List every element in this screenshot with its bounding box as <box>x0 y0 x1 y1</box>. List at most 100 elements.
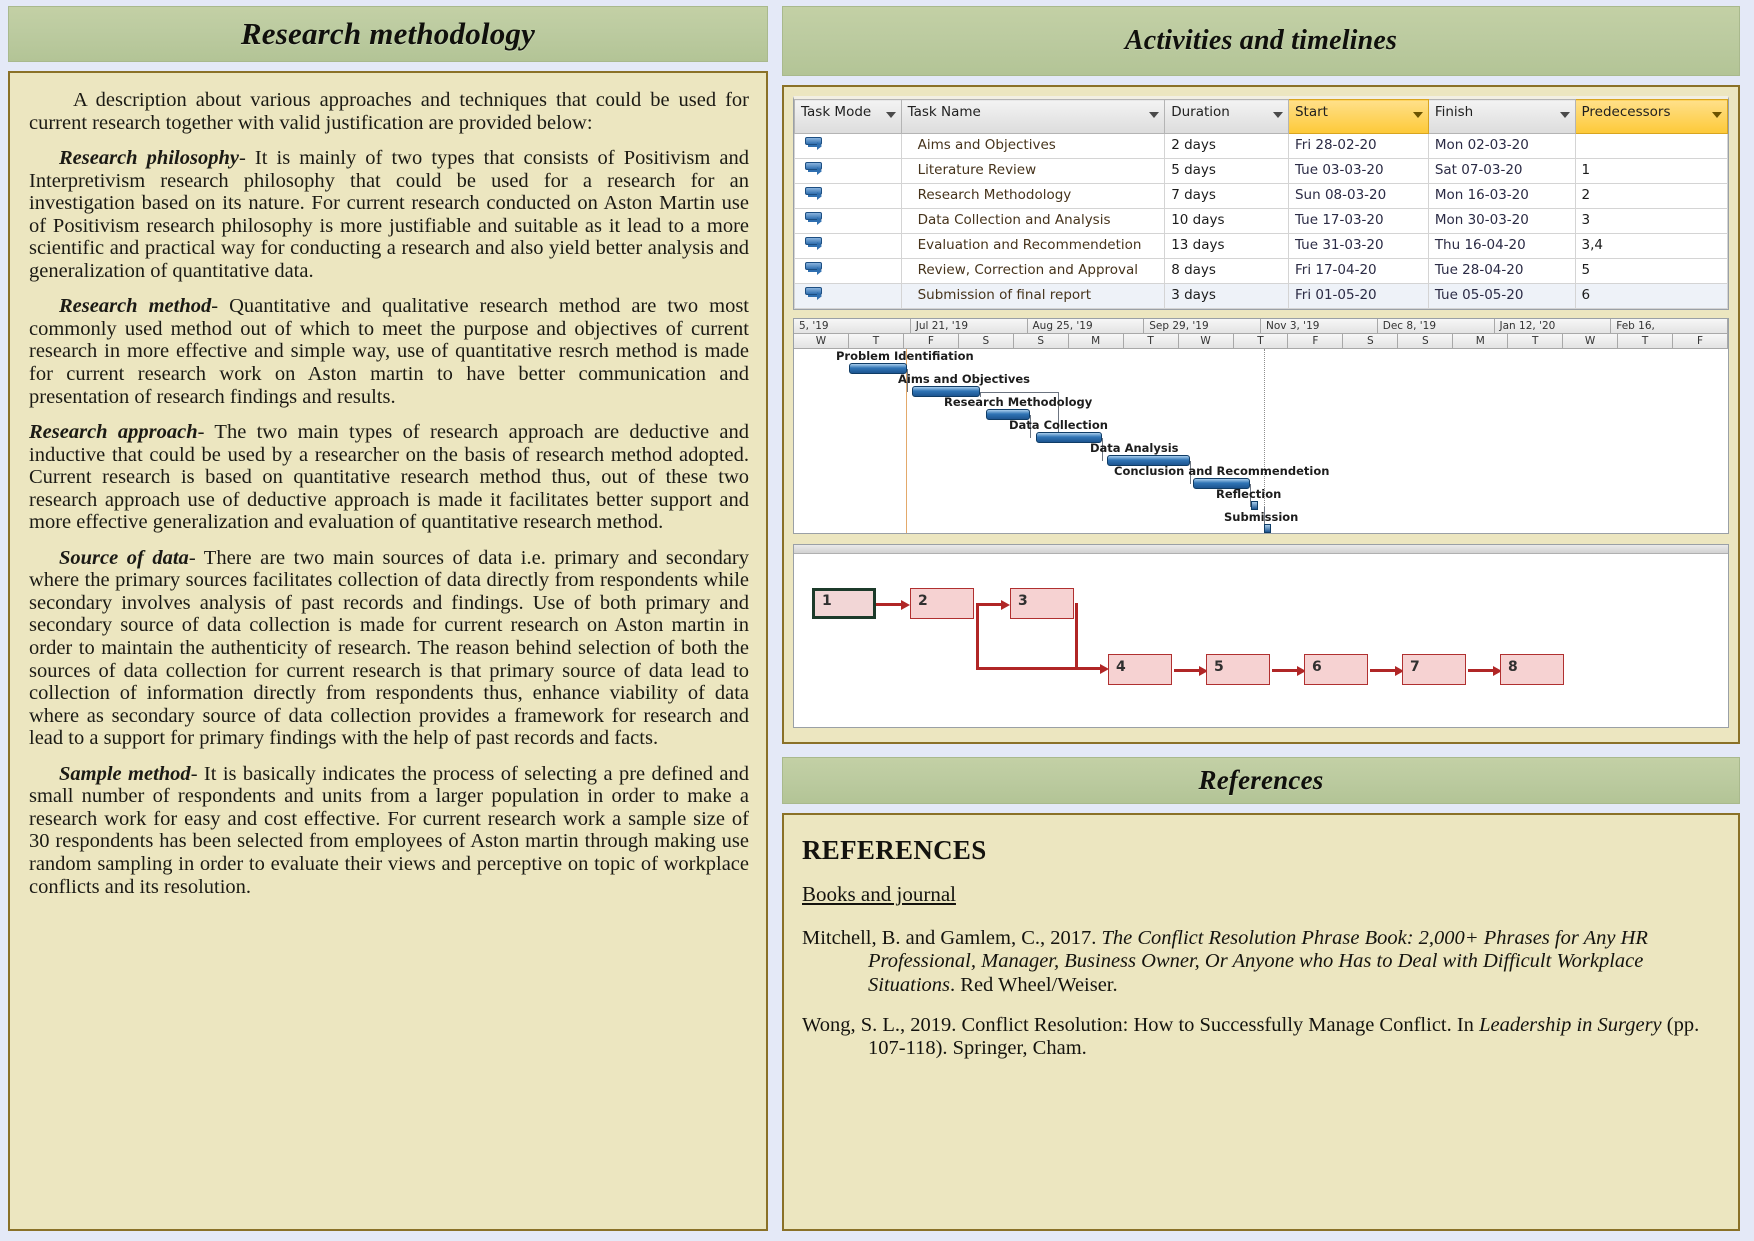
start-date-cell[interactable]: Fri 01-05-20 <box>1287 283 1429 309</box>
duration-cell[interactable]: 13 days <box>1164 233 1289 259</box>
finish-date-cell[interactable]: Sat 07-03-20 <box>1427 158 1576 184</box>
duration-cell[interactable]: 10 days <box>1164 208 1289 234</box>
gantt-timeline-major: 5, '19 Jul 21, '19 Aug 25, '19 Sep 29, '19 N… <box>794 319 1728 334</box>
gantt-bar-label: Reflection <box>1216 487 1282 501</box>
network-arrow <box>1272 665 1306 676</box>
timeline-minor-cell: W <box>1563 334 1619 349</box>
network-diagram-toolbar <box>794 545 1728 554</box>
task-name-cell[interactable]: Data Collection and Analysis <box>900 208 1166 234</box>
gantt-bar-label: Research Methodology <box>944 395 1093 409</box>
gantt-chart: 5, '19 Jul 21, '19 Aug 25, '19 Sep 29, '19 N… <box>793 318 1729 534</box>
task-mode-cell[interactable] <box>794 258 902 284</box>
chevron-down-icon[interactable] <box>1149 112 1160 118</box>
predecessors-cell[interactable]: 1 <box>1574 158 1729 184</box>
gantt-bar-label: Submission <box>1224 510 1299 524</box>
chevron-down-icon[interactable] <box>1412 112 1423 118</box>
arrow-icon <box>817 217 822 225</box>
task-mode-cell[interactable] <box>794 233 902 259</box>
finish-date-cell[interactable]: Mon 02-03-20 <box>1427 133 1576 159</box>
paragraph-4: Research approach- The two main types of… <box>29 421 749 534</box>
table-row[interactable]: Evaluation and Recommendetion 13 days Tue … <box>794 233 1729 259</box>
start-date-cell[interactable]: Sun 08-03-20 <box>1287 183 1429 209</box>
network-arrow <box>1174 665 1208 676</box>
network-node-5[interactable]: 5 <box>1206 654 1270 685</box>
start-date-cell[interactable]: Tue 03-03-20 <box>1287 158 1429 184</box>
timeline-minor-cell: F <box>903 334 959 349</box>
duration-cell[interactable]: 3 days <box>1164 283 1289 309</box>
research-methodology-panel: A description about various approaches a… <box>8 71 768 1231</box>
task-mode-cell[interactable] <box>794 158 902 184</box>
table-row[interactable]: Data Collection and Analysis 10 days Tue 1… <box>794 208 1729 234</box>
col-header-task-name[interactable]: Task Name <box>900 99 1166 134</box>
network-node-3[interactable]: 3 <box>1010 588 1074 619</box>
start-date-cell[interactable]: Tue 17-03-20 <box>1287 208 1429 234</box>
task-name-cell[interactable]: Submission of final report <box>900 283 1166 309</box>
timeline-major-cell: Feb 16, <box>1611 319 1728 334</box>
table-row[interactable]: Research Methodology 7 days Sun 08-03-20 Mo… <box>794 183 1729 209</box>
duration-cell[interactable]: 5 days <box>1164 158 1289 184</box>
task-name-cell[interactable]: Literature Review <box>900 158 1166 184</box>
finish-date-cell[interactable]: Tue 05-05-20 <box>1427 283 1576 309</box>
predecessors-cell[interactable]: 2 <box>1574 183 1729 209</box>
network-node-6[interactable]: 6 <box>1304 654 1368 685</box>
chevron-down-icon[interactable] <box>885 112 896 118</box>
finish-date-cell[interactable]: Tue 28-04-20 <box>1427 258 1576 284</box>
chevron-down-icon[interactable] <box>1559 112 1570 118</box>
table-row[interactable]: Submission of final report 3 days Fri 01-0… <box>794 283 1729 309</box>
auto-schedule-icon <box>805 262 825 276</box>
arrow-icon <box>817 242 822 250</box>
network-node-8[interactable]: 8 <box>1500 654 1564 685</box>
paragraph-lead: Source of data <box>59 546 189 569</box>
chevron-down-icon[interactable] <box>1712 112 1722 118</box>
right-column: Activities and timelines Task Mode Task N… <box>782 6 1740 1231</box>
network-node-4[interactable]: 4 <box>1108 654 1172 685</box>
arrow-icon <box>817 292 822 300</box>
predecessors-cell[interactable]: 3 <box>1574 208 1729 234</box>
network-arrow <box>1370 665 1404 676</box>
start-date-cell[interactable]: Fri 28-02-20 <box>1287 133 1429 159</box>
task-mode-cell[interactable] <box>794 208 902 234</box>
table-row[interactable]: Aims and Objectives 2 days Fri 28-02-20 Mon… <box>794 133 1729 159</box>
task-mode-cell[interactable] <box>794 133 902 159</box>
gantt-milestone[interactable] <box>1264 524 1271 533</box>
duration-cell[interactable]: 7 days <box>1164 183 1289 209</box>
task-name-cell[interactable]: Aims and Objectives <box>900 133 1166 159</box>
col-header-duration[interactable]: Duration <box>1164 99 1289 134</box>
timeline-major-cell: Jan 12, '20 <box>1494 319 1612 334</box>
chevron-down-icon[interactable] <box>1272 112 1283 118</box>
reference-entry-1: Mitchell, B. and Gamlem, C., 2017. The C… <box>802 927 1648 996</box>
task-name-cell[interactable]: Evaluation and Recommendetion <box>900 233 1166 259</box>
network-arrow <box>1075 663 1109 674</box>
timeline-minor-cell: T <box>848 334 904 349</box>
table-row[interactable]: Literature Review 5 days Tue 03-03-20 Sat 0… <box>794 158 1729 184</box>
finish-date-cell[interactable]: Mon 30-03-20 <box>1427 208 1576 234</box>
table-row[interactable]: Review, Correction and Approval 8 days Fri… <box>794 258 1729 284</box>
references-heading: REFERENCES <box>802 835 987 865</box>
network-node-2[interactable]: 2 <box>910 588 974 619</box>
duration-cell[interactable]: 8 days <box>1164 258 1289 284</box>
gantt-milestone[interactable] <box>1251 501 1258 510</box>
gantt-today-line <box>1264 349 1265 533</box>
col-header-start[interactable]: Start <box>1287 99 1429 134</box>
task-name-cell[interactable]: Research Methodology <box>900 183 1166 209</box>
task-mode-cell[interactable] <box>794 283 902 309</box>
start-date-cell[interactable]: Fri 17-04-20 <box>1287 258 1429 284</box>
predecessors-cell[interactable]: 6 <box>1574 283 1729 309</box>
col-header-task-mode[interactable]: Task Mode <box>794 99 902 134</box>
predecessors-cell[interactable] <box>1574 133 1729 159</box>
arrow-icon <box>817 192 822 200</box>
finish-date-cell[interactable]: Mon 16-03-20 <box>1427 183 1576 209</box>
duration-cell[interactable]: 2 days <box>1164 133 1289 159</box>
network-node-1[interactable]: 1 <box>812 588 876 619</box>
predecessors-cell[interactable]: 3,4 <box>1574 233 1729 259</box>
predecessors-cell[interactable]: 5 <box>1574 258 1729 284</box>
finish-date-cell[interactable]: Thu 16-04-20 <box>1427 233 1576 259</box>
task-name-cell[interactable]: Review, Correction and Approval <box>900 258 1166 284</box>
task-mode-cell[interactable] <box>794 183 902 209</box>
start-date-cell[interactable]: Tue 31-03-20 <box>1287 233 1429 259</box>
network-branch-line <box>976 603 979 669</box>
network-arrow <box>1468 665 1502 676</box>
col-header-finish[interactable]: Finish <box>1427 99 1576 134</box>
network-node-7[interactable]: 7 <box>1402 654 1466 685</box>
col-header-predecessors[interactable]: Predecessors <box>1574 99 1729 134</box>
